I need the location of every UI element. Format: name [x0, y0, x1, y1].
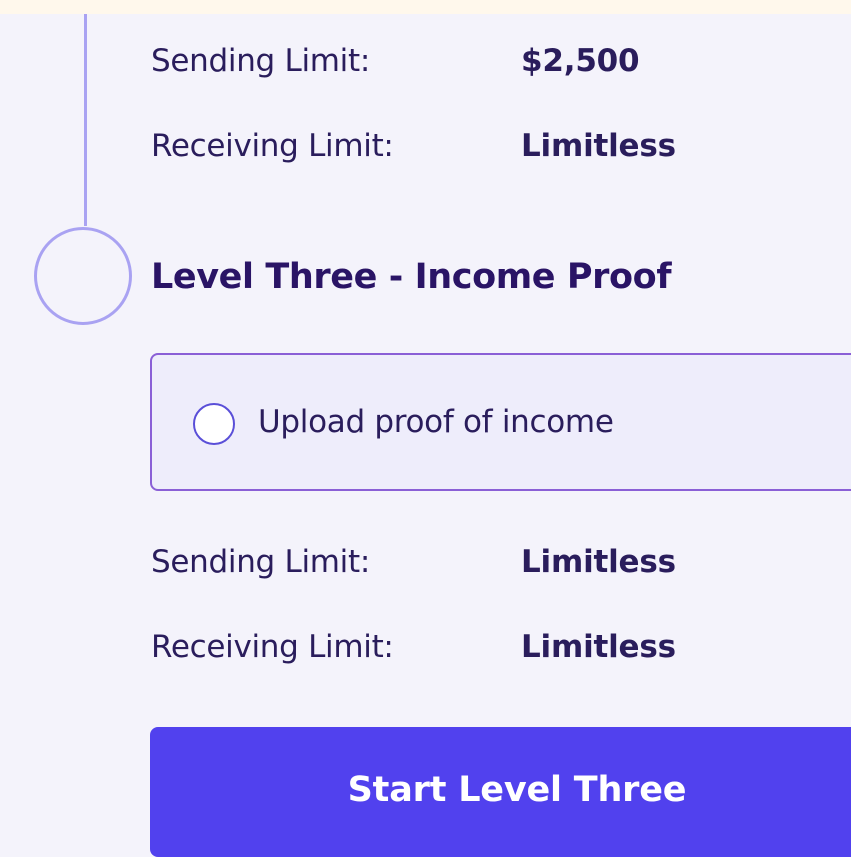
- level-three-step-indicator: [34, 227, 132, 325]
- level-three-title: Level Three - Income Proof: [151, 257, 672, 297]
- upload-income-proof-label[interactable]: Upload proof of income: [258, 404, 614, 440]
- timeline-connector: [84, 14, 87, 226]
- level-two-receiving-limit-value: Limitless: [521, 128, 676, 164]
- start-level-three-button-label: Start Level Three: [347, 770, 687, 810]
- level-three-receiving-limit-value: Limitless: [521, 629, 676, 665]
- level-two-receiving-limit-label: Receiving Limit:: [151, 128, 394, 164]
- start-level-three-button[interactable]: Start Level Three: [150, 727, 851, 857]
- level-three-sending-limit-label: Sending Limit:: [151, 544, 370, 580]
- top-banner-edge: [0, 0, 851, 14]
- upload-income-proof-checkbox[interactable]: [193, 403, 235, 445]
- level-two-sending-limit-label: Sending Limit:: [151, 43, 370, 79]
- level-three-sending-limit-value: Limitless: [521, 544, 676, 580]
- level-two-sending-limit-value: $2,500: [521, 43, 640, 79]
- level-three-receiving-limit-label: Receiving Limit:: [151, 629, 394, 665]
